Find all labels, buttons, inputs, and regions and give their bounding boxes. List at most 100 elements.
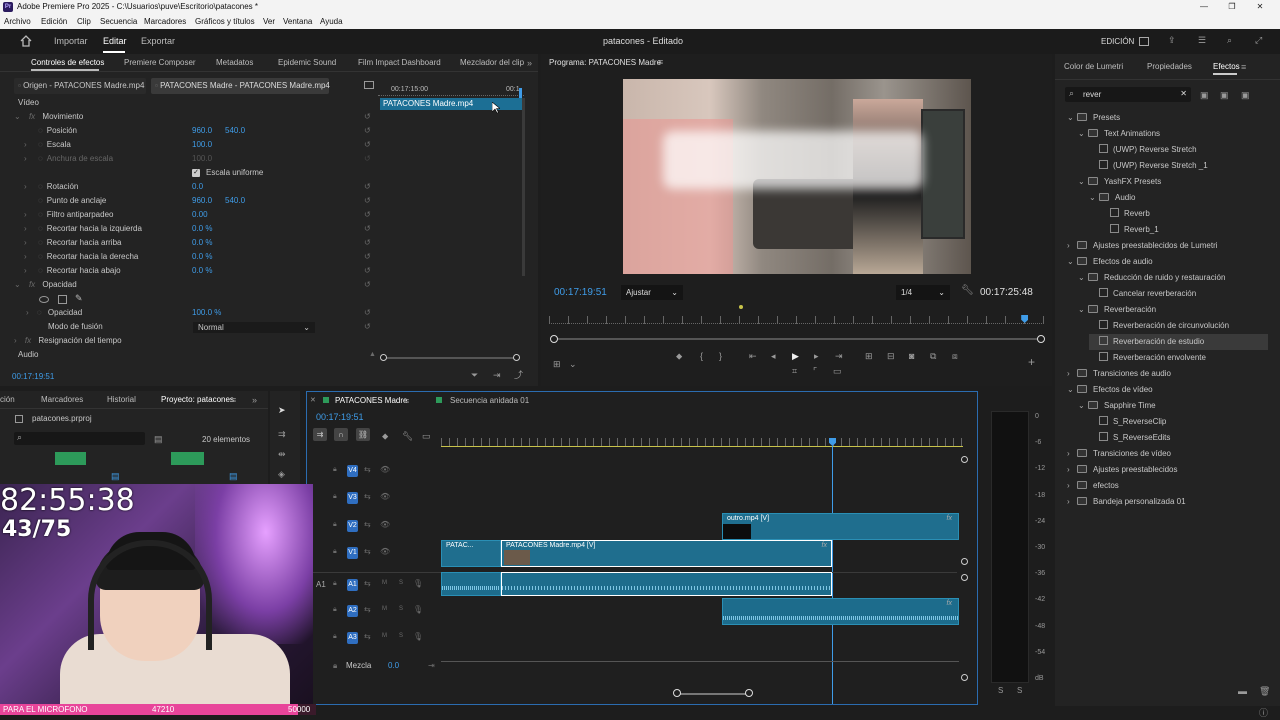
effects-folder[interactable]: › efectos bbox=[1067, 478, 1268, 494]
reset-icon[interactable]: ↺ bbox=[364, 250, 371, 264]
step-back-icon[interactable]: ◂ bbox=[771, 351, 776, 361]
export-frame-icon[interactable]: ⇥ bbox=[493, 370, 501, 380]
chevron-down-icon[interactable]: ⌄ bbox=[1078, 126, 1088, 142]
effects-preset[interactable]: S_ReverseEdits bbox=[1089, 430, 1268, 446]
lock-icon[interactable]: 🔒︎ bbox=[333, 521, 337, 529]
timeline-timecode[interactable]: 00:17:19:51 bbox=[316, 412, 364, 422]
timeline-h-scroll-bar[interactable] bbox=[677, 693, 749, 695]
reset-icon[interactable]: ↺ bbox=[364, 138, 371, 152]
tab-exportar[interactable]: Exportar bbox=[141, 29, 175, 54]
wrench-icon[interactable]: 🔧︎ bbox=[961, 286, 974, 296]
track-target-button[interactable]: V1 bbox=[347, 547, 358, 559]
home-icon[interactable] bbox=[20, 35, 32, 47]
tab-epidemic-sound[interactable]: Epidemic Sound bbox=[278, 54, 336, 73]
effect-property-row[interactable]: › ◌ Escala 100.0 ↺ bbox=[14, 138, 376, 152]
menu-ver[interactable]: Ver bbox=[263, 14, 275, 29]
new-bin-icon[interactable]: ▬ bbox=[1238, 686, 1247, 696]
lock-icon[interactable]: 🔒︎ bbox=[333, 606, 337, 614]
track-select-tool-icon[interactable]: ⇉ bbox=[278, 429, 286, 439]
razor-tool-icon[interactable]: ◈ bbox=[278, 469, 285, 479]
sync-lock-icon[interactable]: ⇆ bbox=[364, 632, 371, 641]
property-value[interactable]: 0.0 % bbox=[192, 264, 212, 278]
chevron-right-icon[interactable]: › bbox=[1067, 462, 1077, 478]
timeline-v-scroll-handle[interactable] bbox=[961, 558, 968, 565]
mute-button[interactable]: M bbox=[382, 633, 387, 639]
eye-icon[interactable]: 👁︎ bbox=[380, 465, 390, 474]
timeline-v-scroll-handle[interactable] bbox=[961, 674, 968, 681]
expand-chevron-icon[interactable]: › bbox=[24, 264, 36, 278]
uniform-scale-checkbox[interactable]: ✓ bbox=[192, 169, 200, 177]
sync-lock-icon[interactable]: ⇆ bbox=[364, 465, 371, 474]
ec-zoom-handle-left[interactable] bbox=[380, 354, 387, 361]
workspace-panel-icon[interactable] bbox=[1139, 37, 1149, 46]
chevron-right-icon[interactable]: › bbox=[1067, 238, 1077, 254]
chevron-right-icon[interactable]: › bbox=[1067, 366, 1077, 382]
tab-importar[interactable]: Importar bbox=[54, 29, 88, 54]
workspace-label[interactable]: EDICIÓN bbox=[1101, 29, 1134, 54]
close-sequence-icon[interactable]: ✕ bbox=[310, 396, 316, 406]
32bit-effects-icon[interactable]: ▣ bbox=[1220, 90, 1229, 100]
chevron-down-icon[interactable]: ⌄ bbox=[1067, 382, 1077, 398]
effects-folder[interactable]: ⌄ Presets bbox=[1067, 110, 1268, 126]
new-bin-from-search-icon[interactable]: ▤ bbox=[154, 434, 163, 444]
tab-color-lumetri[interactable]: Color de Lumetri bbox=[1064, 57, 1123, 77]
time-remap-row[interactable]: › fx Resignación del tiempo bbox=[14, 334, 122, 348]
tab-film-impact[interactable]: Film Impact Dashboard bbox=[358, 54, 441, 73]
collapse-chevron-icon[interactable]: ⌄ bbox=[14, 280, 21, 289]
effects-folder[interactable]: ⌄ Reducción de ruido y restauración bbox=[1078, 270, 1268, 286]
trash-icon[interactable]: 🗑︎ bbox=[1259, 686, 1270, 696]
chevron-down-icon[interactable]: ⌄ bbox=[1078, 174, 1088, 190]
effects-preset[interactable]: Reverb bbox=[1100, 206, 1268, 222]
sync-lock-icon[interactable]: ⇆ bbox=[364, 492, 371, 501]
menu-ayuda[interactable]: Ayuda bbox=[320, 14, 343, 29]
menu-secuencia[interactable]: Secuencia bbox=[100, 14, 137, 29]
effect-property-row[interactable]: › ◌ Rotación 0.0 ↺ bbox=[14, 180, 376, 194]
lock-icon[interactable]: 🔒︎ bbox=[333, 633, 337, 641]
more-tabs-icon[interactable]: » bbox=[527, 58, 532, 68]
reset-icon[interactable]: ↺ bbox=[364, 264, 371, 278]
solo-left[interactable]: S bbox=[998, 686, 1003, 695]
reset-icon[interactable]: ↺ bbox=[364, 222, 371, 236]
sync-lock-icon[interactable]: ⇆ bbox=[364, 520, 371, 529]
reset-icon[interactable]: ↺ bbox=[364, 278, 371, 292]
effects-folder[interactable]: ⌄ Text Animations bbox=[1078, 126, 1268, 142]
effect-property-row[interactable]: ◌ Posición 960.0 540.0 ↺ bbox=[14, 124, 376, 138]
add-marker-icon[interactable]: ⬥ bbox=[382, 431, 388, 441]
effects-folder[interactable]: ⌄ YashFX Presets bbox=[1078, 174, 1268, 190]
effects-folder[interactable]: › Transiciones de audio bbox=[1067, 366, 1268, 382]
effects-preset[interactable]: Reverberación envolvente bbox=[1089, 350, 1268, 366]
mask-ellipse-icon[interactable] bbox=[39, 296, 49, 303]
program-timecode[interactable]: 00:17:19:51 bbox=[554, 287, 607, 298]
reset-icon[interactable]: ↺ bbox=[364, 236, 371, 250]
reset-icon[interactable]: ↺ bbox=[364, 208, 371, 222]
track-target-button[interactable]: A2 bbox=[347, 605, 358, 617]
movimiento-row[interactable]: ⌄ fx Movimiento ↺ bbox=[14, 110, 376, 124]
stopwatch-icon[interactable]: ◌ bbox=[38, 182, 43, 191]
menu-archivo[interactable]: Archivo bbox=[4, 14, 31, 29]
clip-audio-a2[interactable]: fx bbox=[722, 598, 959, 625]
stopwatch-icon[interactable]: ◌ bbox=[38, 140, 43, 149]
tab-premiere-composer[interactable]: Premiere Composer bbox=[124, 54, 196, 73]
tab-proyecto[interactable]: Proyecto: patacones bbox=[161, 391, 234, 410]
go-to-out-icon[interactable]: ⇥ bbox=[835, 351, 843, 361]
mark-in-icon[interactable]: { bbox=[700, 351, 703, 361]
program-zoom-handle-right[interactable] bbox=[1037, 335, 1045, 343]
go-to-icon[interactable]: ⤴ bbox=[514, 370, 523, 380]
menu-marcadores[interactable]: Marcadores bbox=[144, 14, 186, 29]
audio-thumbnail[interactable] bbox=[55, 452, 86, 465]
effects-preset[interactable]: (UWP) Reverse Stretch bbox=[1089, 142, 1268, 158]
minimize-button[interactable]: — bbox=[1194, 0, 1214, 14]
lock-icon[interactable]: 🔒︎ bbox=[333, 493, 337, 501]
menu-clip[interactable]: Clip bbox=[77, 14, 91, 29]
microphone-icon[interactable]: 🎙︎ bbox=[413, 605, 423, 614]
ec-zoom-handle-right[interactable] bbox=[513, 354, 520, 361]
track-target-button[interactable]: A3 bbox=[347, 632, 358, 644]
track-target-button[interactable]: V3 bbox=[347, 492, 358, 504]
timeline-h-scroll-handle[interactable] bbox=[673, 689, 681, 697]
sequence-menu-icon[interactable]: ≡ bbox=[404, 396, 409, 406]
expand-chevron-icon[interactable]: › bbox=[24, 208, 36, 222]
mask-pen-icon[interactable]: ✎ bbox=[75, 293, 83, 304]
collapse-chevron-icon[interactable]: ⌄ bbox=[14, 112, 21, 121]
effects-folder[interactable]: ⌄ Sapphire Time bbox=[1078, 398, 1268, 414]
clip-patac-video[interactable]: PATAC... bbox=[441, 540, 501, 567]
